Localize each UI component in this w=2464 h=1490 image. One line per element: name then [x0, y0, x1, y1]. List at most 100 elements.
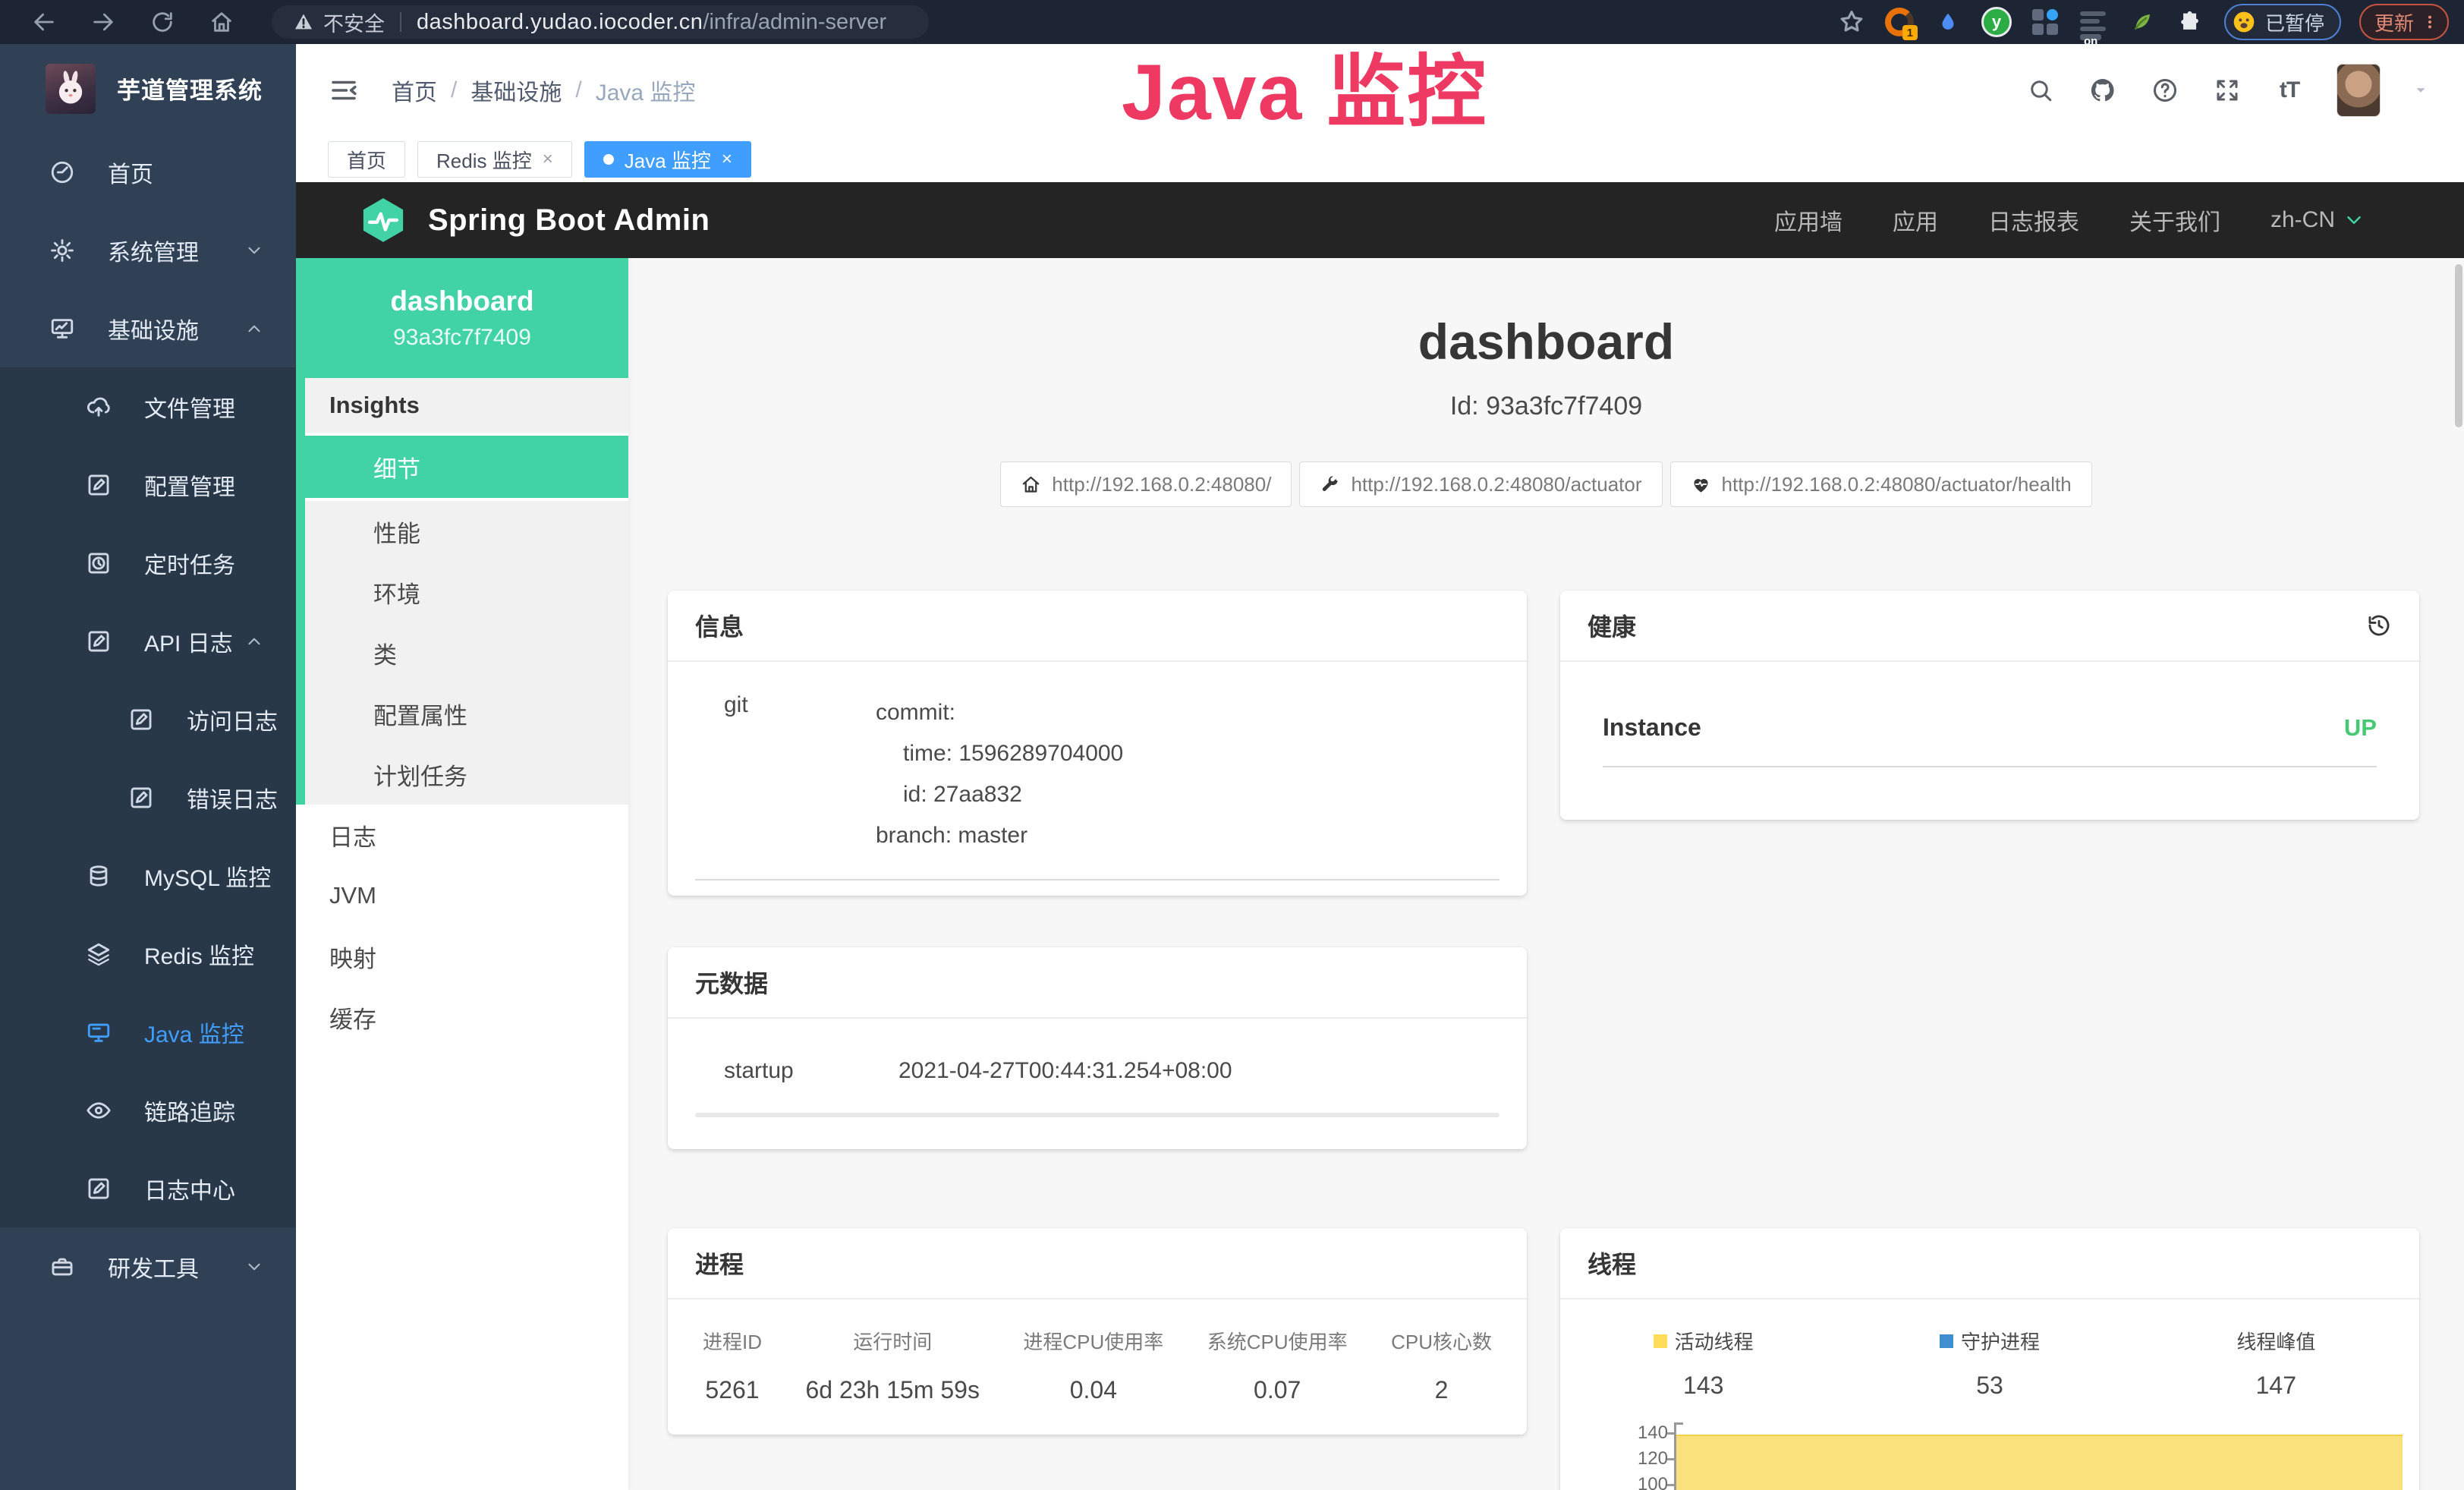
sidebar-item-home[interactable]: 首页 [0, 133, 296, 211]
sidebar-item-dev-tools[interactable]: 研发工具 [0, 1227, 296, 1306]
instance-header[interactable]: dashboard 93a3fc7f7409 [296, 258, 628, 378]
metadata-card-title: 元数据 [695, 965, 768, 1000]
browser-menu-icon [2422, 11, 2438, 33]
menu-item-mappings[interactable]: 映射 [296, 926, 628, 987]
tab-home[interactable]: 首页 [328, 141, 405, 178]
legend-swatch-daemon [1940, 1334, 1953, 1348]
tab-close-icon[interactable]: × [722, 149, 732, 170]
sba-language-value: zh-CN [2270, 207, 2335, 233]
menu-item-caches[interactable]: 缓存 [296, 987, 628, 1047]
sidebar-item-system[interactable]: 系统管理 [0, 211, 296, 289]
extension-drop-icon[interactable] [1933, 7, 1963, 37]
sidebar-item-infra[interactable]: 基础设施 [0, 289, 296, 367]
menu-item-classes[interactable]: 类 [305, 622, 628, 683]
daemon-threads-value: 53 [1846, 1372, 2132, 1400]
menu-item-logs[interactable]: 日志 [296, 805, 628, 865]
bookmark-star-icon[interactable] [1837, 8, 1866, 36]
sba-nav-about[interactable]: 关于我们 [2129, 203, 2220, 237]
sba-nav-wallboard[interactable]: 应用墙 [1774, 203, 1842, 237]
sidebar-item-label: 研发工具 [108, 1250, 199, 1284]
profile-paused-pill[interactable]: 已暂停 [2224, 4, 2341, 40]
git-id-line: id: 27aa832 [876, 774, 1123, 815]
tab-active-dot [603, 154, 614, 165]
forward-button[interactable] [88, 7, 118, 37]
process-card-title: 进程 [695, 1246, 744, 1281]
menu-item-config-props[interactable]: 配置属性 [305, 683, 628, 744]
avatar[interactable] [2337, 64, 2381, 117]
sba-brand[interactable]: Spring Boot Admin [428, 203, 710, 238]
tab-redis-monitor[interactable]: Redis 监控 × [417, 141, 572, 178]
sidebar-item-java-monitor[interactable]: Java 监控 [0, 993, 296, 1071]
sidebar-item-label: 链路追踪 [144, 1094, 235, 1127]
sba-nav-journal[interactable]: 日志报表 [1988, 203, 2079, 237]
back-button[interactable] [29, 7, 59, 37]
tab-java-monitor[interactable]: Java 监控 × [584, 141, 751, 178]
extension-on-icon[interactable]: on [2079, 7, 2109, 37]
sidebar-item-scheduled-jobs[interactable]: 定时任务 [0, 524, 296, 602]
menu-item-scheduled-tasks[interactable]: 计划任务 [305, 744, 628, 805]
sba-language-select[interactable]: zh-CN [2270, 207, 2365, 233]
col-header: 系统CPU使用率 [1207, 1327, 1348, 1355]
app-logo-row[interactable]: 芋道管理系统 [0, 44, 296, 133]
metadata-value: 2021-04-27T00:44:31.254+08:00 [898, 1058, 1232, 1084]
url-path: /infra/admin-server [703, 10, 886, 35]
sidebar-item-config-manage[interactable]: 配置管理 [0, 446, 296, 524]
health-card: 健康 Instance UP [1560, 591, 2419, 820]
reload-button[interactable] [147, 7, 178, 37]
menu-item-environment[interactable]: 环境 [305, 562, 628, 622]
sidebar-item-error-log[interactable]: 错误日志 [0, 758, 296, 836]
extension-leaf-icon[interactable] [2127, 7, 2157, 37]
col-value: 0.04 [1023, 1376, 1163, 1404]
menu-item-jvm[interactable]: JVM [296, 865, 628, 926]
fullscreen-icon[interactable] [2212, 75, 2242, 106]
github-icon[interactable] [2088, 75, 2118, 106]
info-card: 信息 git commit: time: 1596289704000 id: 2… [668, 591, 1527, 896]
sidebar-item-redis-monitor[interactable]: Redis 监控 [0, 915, 296, 993]
breadcrumb-home[interactable]: 首页 [392, 74, 437, 107]
instance-title: dashboard [628, 313, 2464, 370]
sidebar-item-api-log[interactable]: API 日志 [0, 602, 296, 680]
breadcrumb-infra[interactable]: 基础设施 [470, 74, 562, 107]
info-card-title: 信息 [695, 608, 744, 643]
chevron-up-icon [244, 319, 264, 339]
sba-nav-applications[interactable]: 应用 [1893, 203, 1938, 237]
health-instance-row[interactable]: Instance UP [1588, 692, 2392, 742]
actuator-url-button[interactable]: http://192.168.0.2:48080/actuator [1299, 461, 1662, 507]
breadcrumb-current: Java 监控 [596, 74, 696, 107]
tab-close-icon[interactable]: × [543, 149, 553, 170]
heartbeat-icon [1691, 474, 1711, 495]
sidebar-item-label: 文件管理 [144, 390, 235, 424]
omnibox-divider [400, 12, 401, 32]
extension-orange-icon[interactable]: 1 [1884, 7, 1915, 37]
browser-update-button[interactable]: 更新 [2359, 4, 2449, 40]
extension-y-icon[interactable]: y [1981, 7, 2012, 37]
sidebar-item-tracing[interactable]: 链路追踪 [0, 1071, 296, 1149]
extension-grid-icon[interactable] [2030, 7, 2060, 37]
scrollbar-thumb[interactable] [2455, 264, 2462, 427]
history-icon[interactable] [2366, 613, 2392, 638]
cloud-upload-icon [85, 393, 112, 421]
sidebar-item-access-log[interactable]: 访问日志 [0, 680, 296, 758]
threads-legend: 活动线程 守护进程 线程峰值 [1560, 1299, 2419, 1355]
help-icon[interactable] [2150, 75, 2180, 106]
health-url-button[interactable]: http://192.168.0.2:48080/actuator/health [1670, 461, 2092, 507]
avatar-caret-down-icon[interactable] [2412, 82, 2429, 99]
extensions-puzzle-icon[interactable] [2176, 7, 2206, 37]
sba-logo-icon[interactable] [358, 195, 408, 245]
instance-name: dashboard [390, 285, 533, 317]
col-header: CPU核心数 [1391, 1327, 1492, 1355]
sidebar-item-file-manage[interactable]: 文件管理 [0, 367, 296, 446]
home-icon [1021, 474, 1041, 495]
browser-home-button[interactable] [206, 7, 237, 37]
process-card-header: 进程 [668, 1228, 1527, 1299]
address-bar[interactable]: 不安全 dashboard.yudao.iocoder.cn/infra/adm… [272, 5, 929, 39]
sidebar-collapse-icon[interactable] [328, 74, 360, 106]
tab-label: Java 监控 [625, 146, 711, 174]
menu-item-metrics[interactable]: 性能 [305, 501, 628, 562]
font-size-icon[interactable]: tT [2274, 75, 2305, 106]
service-url-button[interactable]: http://192.168.0.2:48080/ [1000, 461, 1292, 507]
search-icon[interactable] [2025, 75, 2056, 106]
sidebar-item-mysql-monitor[interactable]: MySQL 监控 [0, 836, 296, 915]
sidebar-item-log-center[interactable]: 日志中心 [0, 1149, 296, 1227]
menu-item-details[interactable]: 细节 [305, 436, 628, 501]
